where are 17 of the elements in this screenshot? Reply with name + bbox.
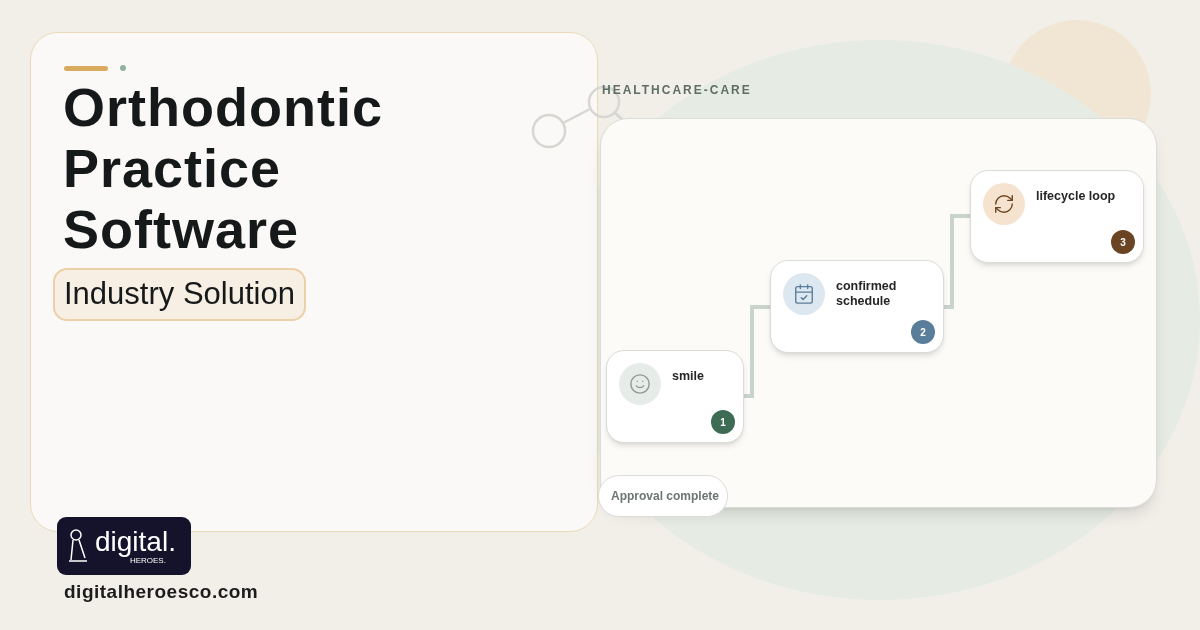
step-number-badge: 3 [1111,230,1135,254]
step-number-badge: 2 [911,320,935,344]
category-tag: Industry Solution [53,268,306,321]
accent-bar [64,65,108,71]
page-title: Orthodontic Practice Software [63,77,384,260]
step-label: smile [672,369,705,384]
website-url: digitalheroesco.com [64,580,260,604]
step-label: confirmed schedule [836,279,898,309]
smiley-icon [629,373,651,395]
step-number-badge: 1 [711,410,735,434]
status-text: Approval complete [611,488,720,505]
logo-subtext: HEROES. [129,557,166,565]
logo-wordmark: digital. [95,527,176,557]
section-label: HEALTHCARE-CARE [602,82,752,99]
refresh-icon [993,193,1015,215]
calendar-check-icon [793,283,815,305]
step-label: lifecycle loop [1036,189,1117,204]
